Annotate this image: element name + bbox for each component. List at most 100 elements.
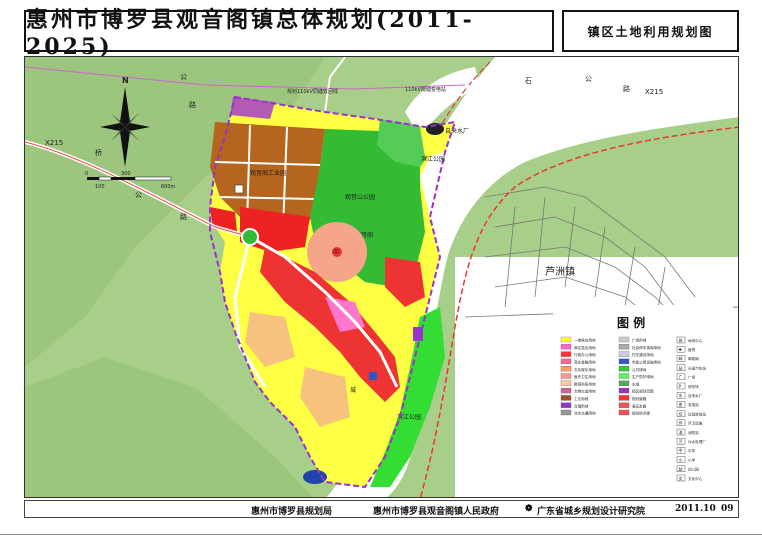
legend-symbol-label: 消防站 (688, 430, 699, 435)
legend: 图 例 一类居住用地商住混合用地行政办公用地商业金融用地文化娱乐用地医疗卫生用地… (553, 305, 733, 493)
map-title-box: 惠州市博罗县观音阁镇总体规划(2011-2025) (24, 7, 554, 60)
legend-label: 规划防洪堤 (632, 411, 650, 416)
legend-symbol-label: 医院 (688, 347, 696, 352)
legend-label: 规划道路 (632, 396, 647, 401)
bottom-rule (0, 534, 762, 535)
legend-symbol-glyph: 站 (679, 364, 683, 370)
legend-symbol-label: 中学 (688, 448, 696, 453)
legend-label: 一类居住用地 (574, 338, 596, 343)
legend-swatch (560, 344, 572, 350)
legend-symbol-glyph: 文 (679, 475, 683, 481)
legend-swatch (560, 358, 572, 365)
legend-symbol-glyph: 小 (679, 456, 683, 462)
legend-symbol-label: 环卫设施 (688, 421, 703, 426)
design-institute-icon: ❁ (525, 504, 533, 514)
label-road-char-4: 公 (585, 75, 592, 83)
sewage-plant-symbol (303, 470, 327, 484)
legend-label: 文物古迹用地 (574, 389, 596, 394)
roundabout (241, 228, 259, 246)
footer-org-government: 惠州市博罗县观音阁镇人民政府 (373, 507, 500, 517)
map-title: 惠州市博罗县观音阁镇总体规划(2011-2025) (26, 7, 475, 60)
label-road-char-3: 石 (525, 77, 532, 85)
legend-symbol-label: 长途汽车站 (688, 365, 706, 370)
legend-symbol-label: 幼儿园 (688, 467, 699, 472)
legend-symbol-label: 变电站 (688, 402, 699, 407)
legend-symbol-label: 自来水厂 (688, 393, 703, 398)
legend-symbol-glyph: 幼 (679, 466, 683, 472)
legend-swatch (560, 380, 572, 386)
utility-block (369, 372, 377, 380)
legend-label: 商业金融用地 (574, 360, 596, 365)
legend-label: 村庄建设用地 (632, 352, 654, 357)
legend-label: 广场用地 (632, 338, 647, 343)
legend-symbol-glyph: 变 (679, 401, 683, 407)
legend-symbol-glyph: 中 (679, 447, 683, 453)
label-road-char-5: 路 (623, 84, 630, 93)
legend-symbol-glyph: 邮 (679, 355, 683, 361)
footer-org-institute: 广东省城乡规划设计研究院 (537, 507, 646, 517)
label-road-char-8: 路 (180, 212, 187, 221)
legend-swatch (618, 402, 630, 408)
legend-label: 教育科研用地 (574, 381, 596, 386)
scale-100: 100 (95, 184, 105, 190)
legend-symbol-label: 停车场 (688, 384, 699, 389)
label-road-char-6: 桥 (95, 148, 102, 157)
legend-swatch (560, 395, 572, 401)
footer-org-planning: 惠州市博罗县规划局 (251, 507, 333, 517)
legend-swatch (618, 351, 630, 357)
footer-date: 2011.10 (675, 504, 716, 514)
label-road-char-2: 路 (189, 100, 196, 109)
legend-symbol-glyph: 污 (679, 438, 683, 444)
label-park-south: 滨江公园 (421, 155, 445, 163)
label-water-plant: 自来水厂 (445, 127, 469, 135)
legend-symbol-glyph: 水 (679, 392, 683, 398)
legend-swatch (618, 387, 630, 394)
legend-swatch (618, 380, 630, 386)
label-x215-west: X215 (45, 139, 63, 147)
legend-swatch (560, 387, 572, 394)
legend-label: 水域 (632, 381, 640, 386)
scale-300: 300 (121, 171, 131, 177)
map-sheet: 惠州市博罗县观音阁镇总体规划(2011-2025) 镇区土地利用规划图 芦洲镇 … (0, 0, 762, 540)
legend-swatch (618, 395, 630, 401)
label-substation: 110kV观塘变电站 (405, 86, 446, 93)
legend-symbol-label: 文化中心 (688, 476, 703, 481)
footer-bar: 惠州市博罗县规划局 惠州市博罗县观音阁镇人民政府 ❁ 广东省城乡规划设计研究院 … (24, 500, 739, 518)
legend-symbol-label: 垃圾转运站 (688, 411, 706, 416)
north-label: N (122, 76, 129, 85)
legend-symbol-glyph: 消 (679, 429, 683, 435)
legend-label: 对外交通用地 (574, 411, 596, 416)
legend-label: 医疗卫生用地 (574, 374, 596, 379)
legend-symbol-glyph: 垃 (679, 410, 683, 416)
label-mountain-park: 观音山公园 (345, 193, 375, 201)
label-x215-east: X215 (645, 88, 663, 96)
legend-symbol-label: 休闲中心 (688, 338, 703, 343)
legend-swatch (618, 373, 630, 379)
legend-label: 市政公用设施用地 (632, 360, 661, 365)
legend-label: 工业用地 (574, 396, 589, 401)
legend-swatch (618, 409, 630, 416)
legend-swatch (560, 366, 572, 372)
legend-swatch (560, 373, 572, 379)
label-road-char-1: 公 (180, 73, 187, 81)
legend-symbol-label: 邮政局 (688, 356, 699, 361)
label-power-line: 规划110kV同塘双回线 (287, 88, 338, 95)
footer-sheet: 09 (721, 504, 734, 514)
legend-swatch (560, 351, 572, 357)
legend-symbol-label: 污水处理厂 (688, 439, 706, 444)
map-subtitle: 镇区土地利用规划图 (587, 24, 714, 39)
label-road-char-7: 公 (135, 191, 142, 199)
label-town-luzhou: 芦洲镇 (545, 265, 575, 278)
legend-symbol-glyph: 休 (679, 337, 683, 343)
map-canvas: 芦洲镇 观音阁工业园 观音山公园 观音阁 自来水厂 中 滨江公园 X215 X2… (24, 56, 739, 498)
legend-label: 高压走廊 (632, 403, 647, 408)
legend-swatch (618, 366, 630, 372)
label-hospital: 中 (333, 248, 339, 256)
legend-label: 行政办公用地 (574, 352, 596, 357)
legend-swatch (618, 344, 630, 350)
legend-symbol-glyph: 广 (679, 374, 683, 380)
legend-symbol-label: 小学 (688, 457, 696, 462)
legend-label: 公共绿地 (632, 367, 647, 372)
land-use-map: 芦洲镇 观音阁工业园 观音山公园 观音阁 自来水厂 中 滨江公园 X215 X2… (25, 57, 738, 497)
legend-label: 生产防护绿地 (632, 374, 654, 379)
